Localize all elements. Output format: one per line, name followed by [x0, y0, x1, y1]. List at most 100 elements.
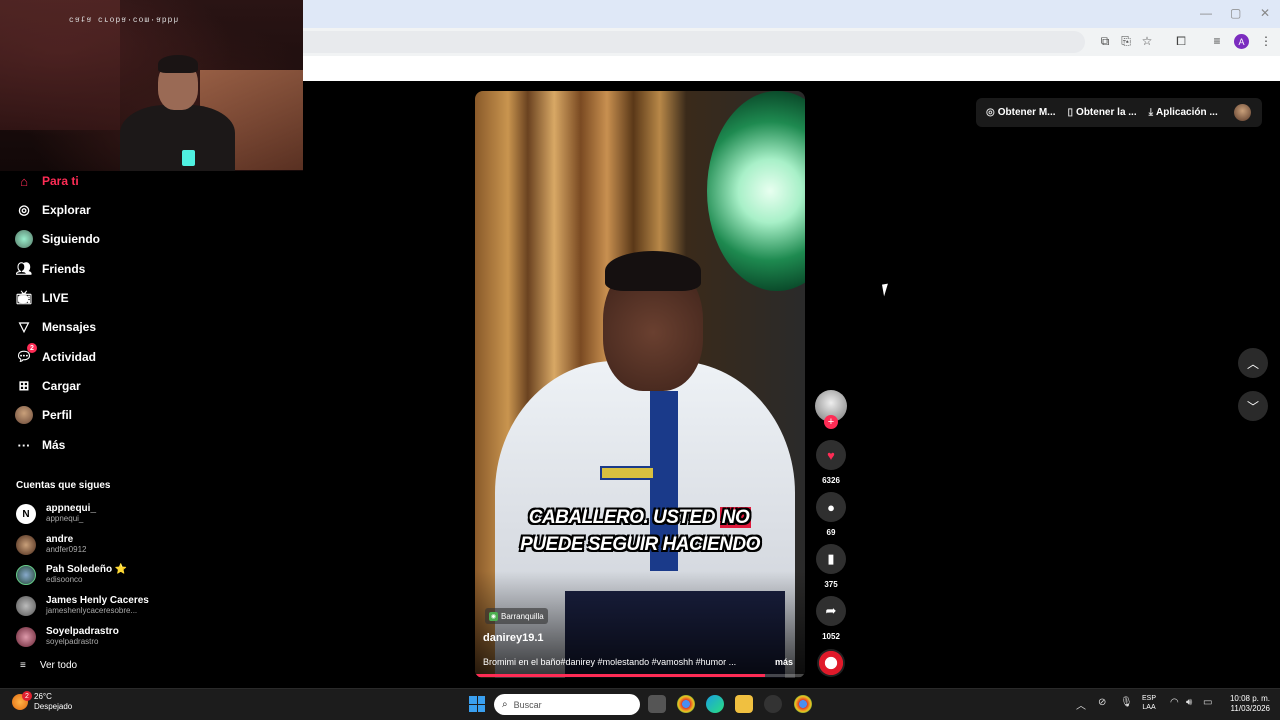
account-name: appnequi_: [46, 503, 97, 514]
music-disc-icon[interactable]: [817, 649, 845, 677]
address-bar[interactable]: [303, 31, 1085, 53]
home-icon: ⌂: [20, 173, 28, 189]
share-icon: ➦: [825, 603, 837, 618]
video-player[interactable]: CABALLERO. USTED NO PUEDE SEGUIR HACIEND…: [475, 91, 805, 678]
search-icon: ⌕: [502, 699, 508, 710]
like-button[interactable]: ♥: [816, 440, 846, 470]
video-description: Bromimi en el baño#danirey #molestando #…: [483, 657, 737, 667]
maximize-icon[interactable]: ▢: [1230, 6, 1241, 20]
coin-icon: ◎: [986, 107, 995, 118]
location-label: Barranquilla: [501, 611, 544, 621]
get-app-button[interactable]: ▯ Obtener la ...: [1068, 107, 1137, 118]
previous-video-button[interactable]: ︿: [1238, 348, 1268, 378]
comment-count: 69: [826, 528, 836, 537]
account-avatar: [16, 535, 36, 555]
chrome-icon[interactable]: [677, 695, 695, 713]
webcam-overlay: ɥqqɐ·ɯoɔ·ɐqoɹɔ ɐʇɐɔ: [0, 0, 303, 171]
video-caption-line1: CABALLERO. USTED NO: [475, 507, 805, 529]
account-avatar: [16, 565, 36, 585]
see-all-link[interactable]: ≡ Ver todo: [20, 660, 77, 671]
save-button[interactable]: ▮: [816, 544, 846, 574]
minimize-icon[interactable]: —: [1200, 6, 1212, 20]
phone-icon: ▯: [1067, 107, 1074, 118]
next-video-button[interactable]: ﹀: [1238, 391, 1268, 421]
sidebar-item-label: Más: [42, 438, 66, 452]
clock-time: 10:08 p. m.: [1229, 694, 1270, 703]
share-button[interactable]: ➦: [816, 596, 846, 626]
sidebar-item-live[interactable]: 📺︎ LIVE: [14, 287, 69, 309]
share-count: 1052: [822, 632, 840, 641]
sidebar-item-para-ti[interactable]: ⌂ Para ti: [14, 170, 79, 192]
sidebar-item-mas[interactable]: ··· Más: [14, 434, 66, 456]
messages-icon: ▽: [19, 319, 29, 334]
weather-badge: 2: [22, 691, 32, 701]
activity-icon: 💬︎ 2: [14, 343, 37, 367]
more-link[interactable]: más: [775, 657, 793, 667]
sidebar-item-mensajes[interactable]: ▽ Mensajes: [14, 316, 96, 338]
file-explorer-icon[interactable]: [735, 695, 753, 713]
sidebar-item-cargar[interactable]: ⊞ Cargar: [14, 375, 81, 397]
microphone-icon[interactable]: 🎙︎: [1120, 697, 1133, 708]
sidebar-item-actividad[interactable]: 💬︎ 2 Actividad: [14, 343, 96, 368]
sun-icon: 2: [12, 691, 32, 710]
sidebar-item-perfil[interactable]: Perfil: [14, 404, 72, 426]
wifi-icon[interactable]: ◠: [1170, 697, 1179, 708]
comment-button[interactable]: ●: [816, 492, 846, 522]
video-progress-bar[interactable]: [475, 674, 805, 677]
account-name: James Henly Caceres: [46, 595, 149, 606]
video-author[interactable]: danirey19.1: [483, 632, 544, 644]
extensions-icon[interactable]: ⧠: [1173, 33, 1189, 49]
desktop-app-button[interactable]: ⤓ Aplicación ...: [1149, 107, 1218, 118]
translate-icon[interactable]: ⧉: [1097, 33, 1113, 49]
obs-icon[interactable]: [764, 695, 782, 713]
follow-plus-icon[interactable]: +: [824, 415, 838, 429]
menu-kebab-icon[interactable]: ⋮: [1258, 33, 1274, 49]
heart-icon: ♥: [827, 447, 835, 463]
following-item[interactable]: andre andfer0912: [16, 532, 86, 558]
caption-text: CABALLERO. USTED: [528, 507, 716, 528]
account-name: Pah Soledeño ⭐: [46, 564, 128, 575]
video-caption-line2: PUEDE SEGUIR HACIENDO: [520, 534, 760, 555]
battery-icon[interactable]: ▭: [1203, 697, 1212, 708]
comment-icon: ●: [827, 499, 835, 515]
account-avatar: [16, 596, 36, 616]
system-clock[interactable]: 10:08 p. m. 11/03/2026: [1224, 694, 1270, 714]
profile-avatar[interactable]: A: [1234, 34, 1249, 49]
location-tag[interactable]: ◉ Barranquilla: [485, 608, 548, 624]
see-all-label: Ver todo: [39, 660, 78, 671]
task-view-icon[interactable]: [648, 695, 666, 713]
following-item[interactable]: James Henly Caceres jameshenlycaceresobre…: [16, 593, 149, 619]
close-icon[interactable]: ✕: [1260, 6, 1270, 20]
language-indicator[interactable]: ESP LAA: [1142, 694, 1156, 712]
chrome-profile-icon[interactable]: [794, 695, 812, 713]
account-avatar: [16, 627, 36, 647]
sidebar-item-siguiendo[interactable]: Siguiendo: [14, 228, 100, 250]
save-count: 375: [824, 580, 838, 589]
following-item[interactable]: Soyelpadrastro soyelpadrastro: [16, 624, 119, 650]
lang-code: ESP: [1142, 695, 1157, 702]
pill-label: Obtener M...: [997, 107, 1056, 118]
get-coins-button[interactable]: ◎ Obtener M...: [986, 107, 1056, 118]
edge-icon[interactable]: [706, 695, 724, 713]
media-control-icon[interactable]: ≡: [1209, 33, 1225, 49]
sidebar-item-explorar[interactable]: ◎ Explorar: [14, 199, 91, 221]
friends-icon: 👥︎: [15, 261, 33, 276]
following-item[interactable]: N appnequi_ appnequi_: [16, 501, 96, 527]
taskbar-search[interactable]: ⌕ Buscar: [494, 694, 640, 715]
install-app-icon[interactable]: ⎘: [1118, 33, 1134, 49]
account-name: andre: [46, 534, 74, 545]
following-item[interactable]: Pah Soledeño ⭐ edisoonco: [16, 562, 127, 588]
user-avatar[interactable]: [1234, 104, 1251, 121]
browser-titlebar: [303, 0, 1280, 28]
chevron-up-tray-icon[interactable]: ︿: [1076, 697, 1086, 712]
sidebar-item-label: Explorar: [42, 203, 91, 217]
pill-label: Obtener la ...: [1076, 107, 1137, 118]
profile-avatar-icon: [14, 405, 34, 425]
live-icon: 📺︎: [15, 290, 33, 305]
sidebar-item-friends[interactable]: 👥︎ Friends: [14, 258, 86, 280]
meet-mute-icon[interactable]: ⊘: [1098, 697, 1106, 708]
volume-icon[interactable]: 🔊︎: [1186, 697, 1192, 708]
windows-start-icon[interactable]: [469, 696, 485, 712]
bookmark-star-icon[interactable]: ☆: [1139, 33, 1155, 49]
weather-widget[interactable]: 2 26°C Despejado: [12, 691, 72, 712]
